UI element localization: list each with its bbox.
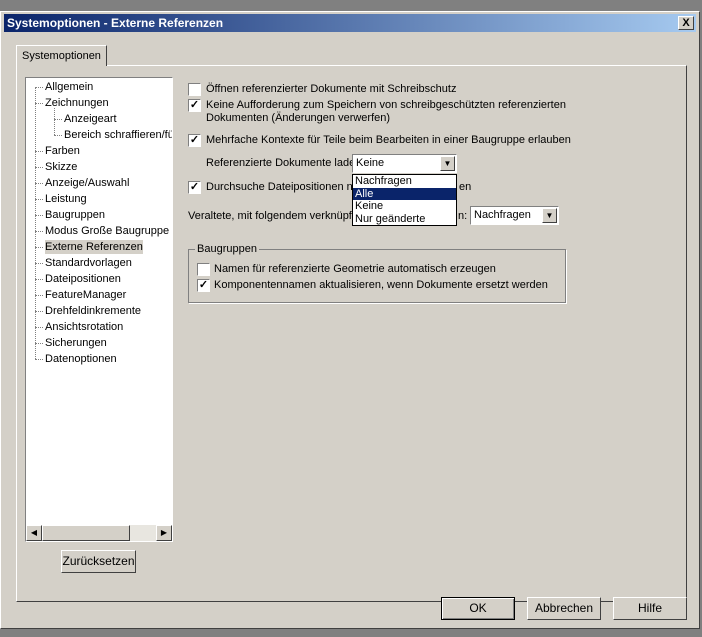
tree-item[interactable]: Modus Große Baugruppe <box>34 224 169 238</box>
tab-panel: Allgemein Zeichnungen Anzeigeart Bereich sc… <box>16 65 687 602</box>
tree-item[interactable]: Allgemein <box>34 80 93 94</box>
tree-item[interactable]: Bereich schraffieren/füllen <box>54 128 172 142</box>
tab-systemoptionen[interactable]: Systemoptionen <box>16 45 107 66</box>
title-bar: Systemoptionen - Externe Referenzen X <box>4 14 696 32</box>
tree-item[interactable]: FeatureManager <box>34 288 126 302</box>
nosave-label: Keine Aufforderung zum Speichern von sch… <box>206 99 566 111</box>
tree-item[interactable]: Sicherungen <box>35 336 107 350</box>
outdated-select-value: Nachfragen <box>474 209 531 221</box>
tree-item[interactable]: Farben <box>35 144 80 158</box>
readonly-label: Öffnen referenzierter Dokumente mit Schr… <box>206 83 457 95</box>
tree-item[interactable]: Datenoptionen <box>35 352 117 366</box>
tree-item[interactable]: Ansichtsrotation <box>34 320 123 334</box>
load-dropdown-list[interactable]: Nachfragen Alle Keine Nur geänderte <box>352 174 457 226</box>
chevron-down-icon[interactable]: ▼ <box>440 156 455 171</box>
tree-item[interactable]: Dateipositionen <box>35 272 121 286</box>
tree-item[interactable]: Standardvorlagen <box>35 256 132 270</box>
load-select-value: Keine <box>356 157 385 169</box>
multicontext-checkbox[interactable]: ✓ <box>188 134 201 147</box>
window-title: Systemoptionen - Externe Referenzen <box>7 16 224 30</box>
update-checkbox[interactable]: ✓ <box>197 279 210 292</box>
scroll-left-icon[interactable]: ◀ <box>26 525 42 541</box>
option-nachfragen[interactable]: Nachfragen <box>353 175 456 188</box>
tree-item[interactable]: Leistung <box>35 192 87 206</box>
options-tree[interactable]: Allgemein Zeichnungen Anzeigeart Bereich sc… <box>25 77 173 542</box>
outdated-select[interactable]: Nachfragen ▼ <box>470 206 559 225</box>
search-label-tail: en <box>459 181 472 193</box>
names-label: Namen für referenzierte Geometrie automa… <box>214 263 496 275</box>
help-button[interactable]: Hilfe <box>613 597 687 620</box>
tree-item[interactable]: Anzeigeart <box>54 112 117 126</box>
reset-button[interactable]: Zurücksetzen <box>61 550 136 573</box>
tree-line <box>54 108 55 135</box>
search-checkbox[interactable]: ✓ <box>188 181 201 194</box>
search-label: Durchsuche Dateipositionen na <box>206 181 359 193</box>
tree-item[interactable]: Drehfeldinkremente <box>35 304 141 318</box>
group-title: Baugruppen <box>195 242 259 256</box>
load-label: Referenzierte Dokumente laden: <box>206 157 365 169</box>
readonly-checkbox[interactable] <box>188 83 201 96</box>
load-select[interactable]: Keine ▼ <box>352 154 457 173</box>
tree-item[interactable]: Baugruppen <box>35 208 105 222</box>
option-nur-geaenderte[interactable]: Nur geänderte <box>353 213 456 226</box>
baugruppen-group: Baugruppen Namen für referenzierte Geome… <box>188 242 566 303</box>
tree-line <box>35 87 36 359</box>
scroll-right-icon[interactable]: ▶ <box>156 525 172 541</box>
nosave-label-2: Dokumenten (Änderungen verwerfen) <box>206 112 391 124</box>
update-label: Komponentennamen aktualisieren, wenn Dok… <box>214 279 548 291</box>
outdated-label: Veraltete, mit folgendem verknüpfte <box>188 210 362 222</box>
chevron-down-icon[interactable]: ▼ <box>542 208 557 223</box>
multicontext-label: Mehrfache Kontexte für Teile beim Bearbe… <box>206 134 571 146</box>
option-keine[interactable]: Keine <box>353 200 456 213</box>
option-alle[interactable]: Alle <box>353 187 456 200</box>
nosave-checkbox[interactable]: ✓ <box>188 99 201 112</box>
tree-item[interactable]: Externe Referenzen <box>35 240 143 254</box>
close-button[interactable]: X <box>678 16 694 30</box>
horizontal-scrollbar[interactable]: ◀ ▶ <box>26 525 172 541</box>
outdated-label-tail: n: <box>458 210 468 222</box>
tree-item[interactable]: Skizze <box>34 160 77 174</box>
scroll-thumb[interactable] <box>42 525 130 541</box>
ok-button[interactable]: OK <box>441 597 515 620</box>
names-checkbox[interactable] <box>197 263 210 276</box>
cancel-button[interactable]: Abbrechen <box>527 597 601 620</box>
dialog-window: Systemoptionen - Externe Referenzen X Sy… <box>0 11 700 629</box>
tree-item[interactable]: Anzeige/Auswahl <box>34 176 129 190</box>
